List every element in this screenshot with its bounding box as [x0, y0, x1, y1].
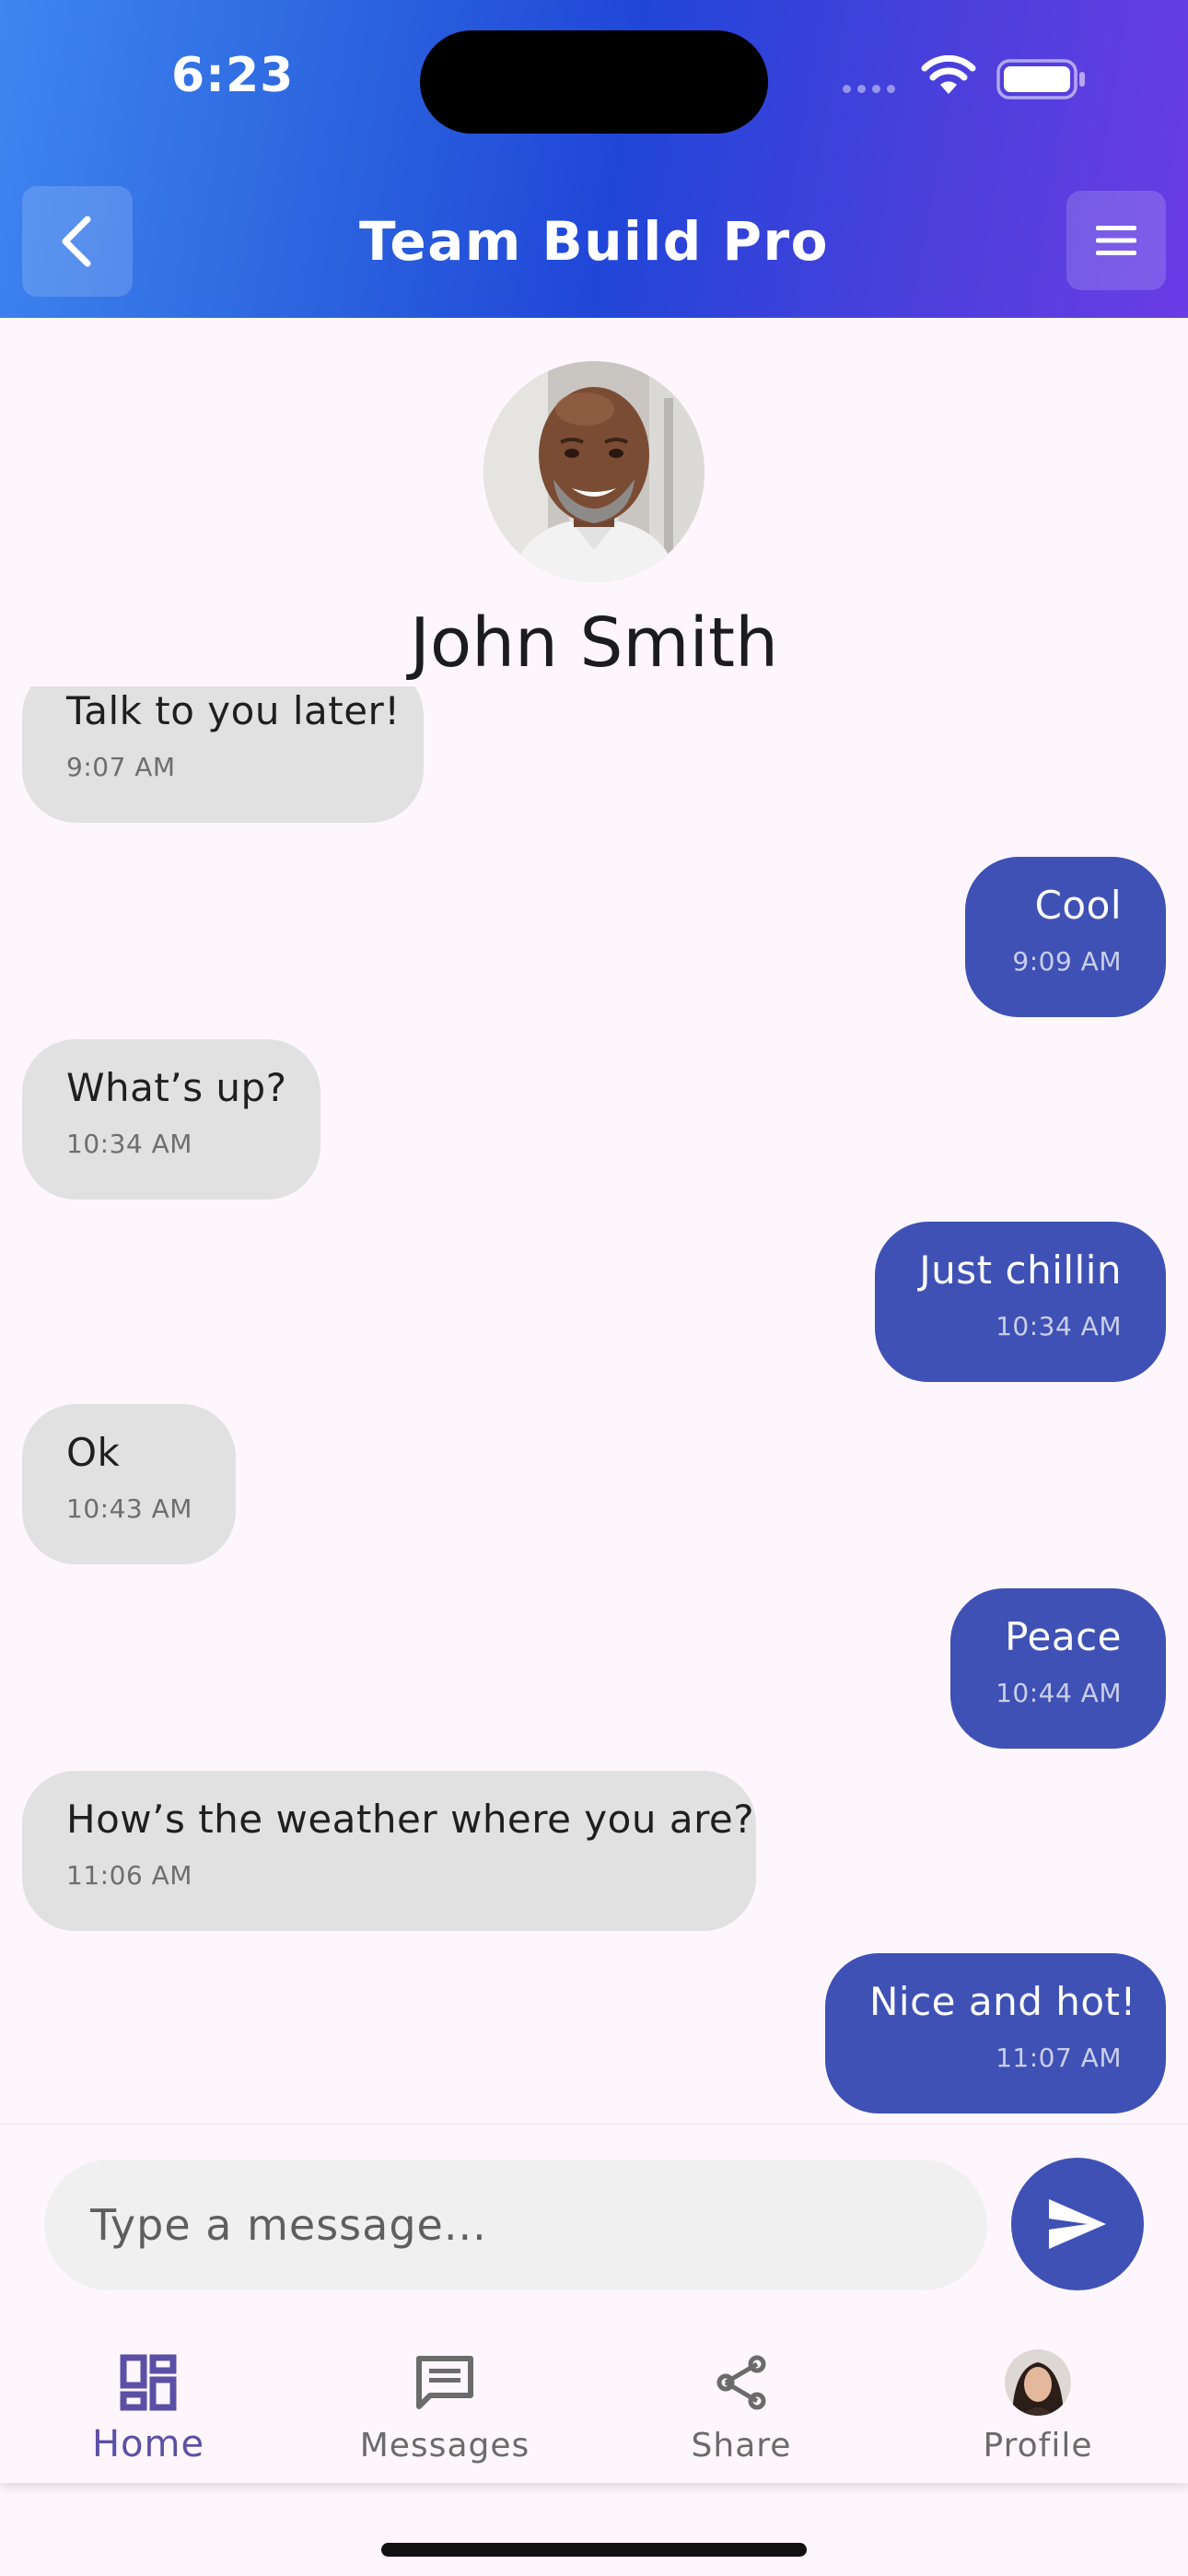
dashboard-icon: [120, 2354, 177, 2411]
message-list[interactable]: Talk to you later! 9:07 AM Cool 9:09 AM …: [0, 686, 1188, 2124]
message-bubble-incoming[interactable]: What’s up? 10:34 AM: [22, 1039, 320, 1200]
nav-label: Home: [91, 2423, 205, 2465]
message-text: Cool: [1034, 883, 1122, 928]
message-bubble-incoming[interactable]: How’s the weather where you are? 11:06 A…: [22, 1771, 756, 1931]
hamburger-menu-icon: [1096, 226, 1136, 255]
message-text: Just chillin: [919, 1247, 1122, 1293]
message-bubble-outgoing[interactable]: Cool 9:09 AM: [965, 857, 1166, 1017]
message-time: 11:07 AM: [996, 2043, 1122, 2073]
nav-label: Share: [691, 2427, 792, 2465]
send-icon: [1049, 2199, 1106, 2249]
message-bubble-outgoing[interactable]: Just chillin 10:34 AM: [875, 1222, 1166, 1382]
app-header: 6:23 Team Build Pro: [0, 0, 1188, 318]
message-text: What’s up?: [66, 1065, 287, 1110]
message-input[interactable]: [44, 2160, 987, 2290]
message-time: 10:34 AM: [66, 1129, 192, 1159]
chat-icon: [416, 2356, 473, 2409]
nav-item-profile[interactable]: Profile: [890, 2322, 1186, 2483]
message-time: 10:34 AM: [996, 1311, 1122, 1341]
message-time: 10:44 AM: [996, 1678, 1122, 1708]
message-bubble-incoming[interactable]: Ok 10:43 AM: [22, 1404, 236, 1564]
contact-avatar[interactable]: [483, 361, 705, 582]
nav-item-home[interactable]: Home: [0, 2322, 297, 2483]
message-text: How’s the weather where you are?: [66, 1797, 755, 1842]
message-time: 11:06 AM: [66, 1860, 192, 1891]
message-text: Talk to you later!: [66, 688, 401, 733]
message-time: 10:43 AM: [66, 1493, 192, 1524]
menu-button[interactable]: [1066, 191, 1166, 290]
nav-label: Messages: [359, 2427, 530, 2465]
page-title: Team Build Pro: [359, 210, 829, 273]
nav-item-messages[interactable]: Messages: [297, 2322, 593, 2483]
status-time: 6:23: [171, 48, 295, 103]
profile-avatar: [1005, 2349, 1071, 2416]
share-icon: [716, 2355, 766, 2410]
contact-name: John Smith: [410, 603, 778, 683]
contact-photo: [483, 361, 705, 582]
message-bubble-outgoing[interactable]: Nice and hot! 11:07 AM: [825, 1953, 1166, 2113]
message-bubble-incoming[interactable]: Talk to you later! 9:07 AM: [22, 686, 424, 823]
dynamic-island: [420, 30, 768, 134]
battery-icon: [996, 59, 1085, 100]
message-text: Ok: [66, 1430, 121, 1475]
send-button[interactable]: [1011, 2158, 1144, 2290]
wifi-icon: [921, 55, 976, 94]
message-text: Peace: [1005, 1614, 1122, 1659]
message-time: 9:09 AM: [1012, 946, 1122, 977]
cellular-signal-icon: [843, 85, 895, 93]
home-indicator[interactable]: [381, 2543, 807, 2557]
message-time: 9:07 AM: [66, 752, 176, 782]
bottom-navigation: Home Messages Share Profile: [0, 2322, 1188, 2483]
message-composer: [0, 2124, 1188, 2323]
nav-item-share[interactable]: Share: [593, 2322, 890, 2483]
nav-label: Profile: [983, 2427, 1093, 2465]
message-text: Nice and hot!: [869, 1979, 1136, 2024]
message-bubble-outgoing[interactable]: Peace 10:44 AM: [950, 1588, 1166, 1749]
